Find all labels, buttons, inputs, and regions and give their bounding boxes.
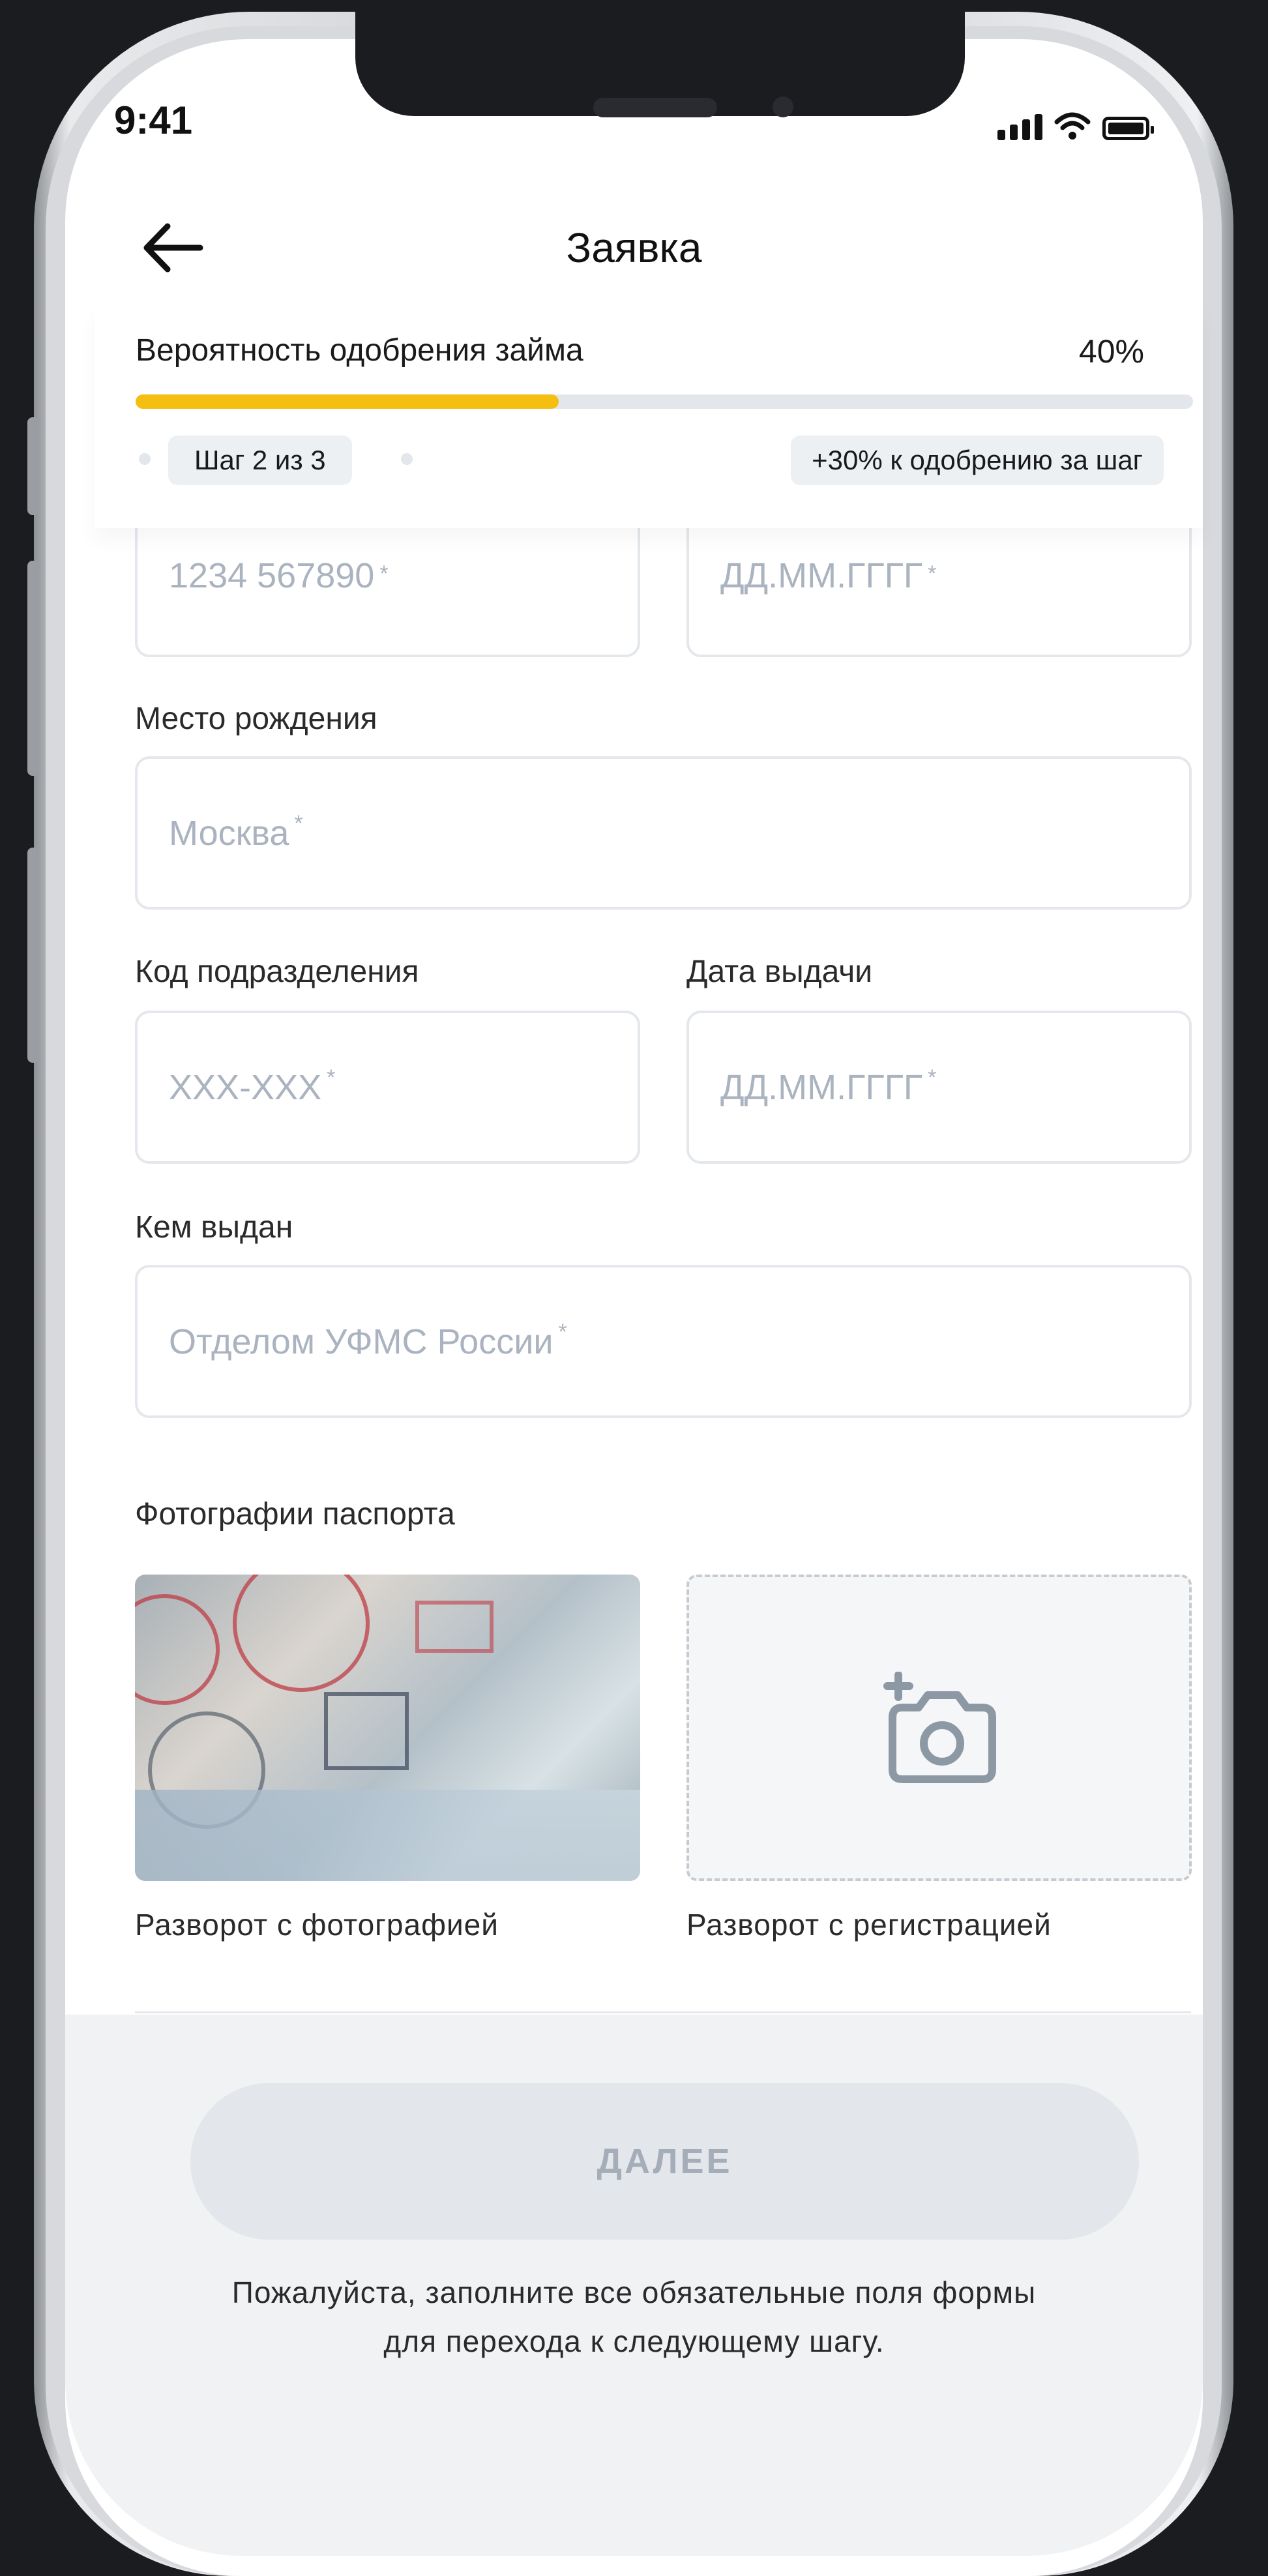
photo-page-caption: Разворот с фотографией	[135, 1908, 499, 1942]
step-dot-right	[401, 453, 413, 465]
approval-progress-track	[136, 394, 1193, 409]
side-button-mute	[27, 417, 39, 515]
division-code-placeholder: XXX-XXX	[169, 1067, 322, 1107]
battery-icon	[1102, 117, 1154, 140]
approval-progress-panel: Вероятность одобрения займа 40% Шаг 2 из…	[95, 306, 1203, 528]
required-mark: *	[558, 1320, 567, 1344]
passport-photos-title: Фотографии паспорта	[135, 1497, 455, 1532]
birth-place-label: Место рождения	[135, 702, 377, 736]
division-code-label: Код подразделения	[135, 955, 419, 989]
bonus-badge: +30% к одобрению за шаг	[791, 436, 1164, 485]
hint-line-1: Пожалуйста, заполните все обязательные п…	[231, 2275, 1037, 2309]
cellular-signal-icon	[997, 114, 1042, 140]
stamp-graphic	[233, 1575, 370, 1692]
approval-progress-label: Вероятность одобрения займа	[136, 333, 583, 368]
issue-date-placeholder: ДД.ММ.ГГГГ	[720, 1067, 923, 1107]
status-time: 9:41	[114, 98, 193, 142]
issue-date-field[interactable]: ДД.ММ.ГГГГ *	[686, 1011, 1192, 1164]
step-badge: Шаг 2 из 3	[168, 436, 352, 485]
required-mark: *	[928, 561, 937, 586]
stamp-graphic	[135, 1594, 220, 1705]
birth-date-placeholder: ДД.ММ.ГГГГ	[720, 556, 923, 595]
stamp-graphic	[324, 1692, 409, 1770]
passport-photo-thumbnail[interactable]	[135, 1575, 640, 1881]
stamp-graphic	[415, 1601, 494, 1653]
side-button-volume-down	[27, 848, 39, 1063]
registration-page-caption: Разворот с регистрацией	[686, 1908, 1052, 1942]
passport-number-placeholder: 1234 567890	[169, 556, 375, 595]
required-mark: *	[379, 561, 389, 586]
birth-place-field[interactable]: Москва *	[135, 756, 1192, 910]
status-icons	[997, 108, 1154, 140]
speaker	[593, 98, 717, 117]
front-camera	[773, 96, 793, 117]
division-code-field[interactable]: XXX-XXX *	[135, 1011, 640, 1164]
birth-place-placeholder: Москва	[169, 813, 289, 853]
photo-shadow	[135, 1790, 640, 1881]
page-title: Заявка	[566, 224, 702, 271]
side-button-volume-up	[27, 561, 39, 776]
next-button[interactable]: ДАЛЕЕ	[190, 2083, 1139, 2240]
issued-by-placeholder: Отделом УФМС России	[169, 1322, 553, 1361]
add-photo-camera-icon[interactable]	[878, 1672, 1002, 1789]
hint-line-2: для перехода к следующему шагу.	[383, 2324, 885, 2358]
wifi-icon	[1054, 112, 1091, 140]
divider	[135, 2011, 1191, 2013]
required-mark: *	[294, 811, 303, 836]
issued-by-field[interactable]: Отделом УФМС России *	[135, 1265, 1192, 1418]
approval-progress-percent: 40%	[1078, 333, 1144, 370]
required-mark: *	[928, 1065, 937, 1090]
registration-photo-upload[interactable]	[686, 1575, 1192, 1881]
issued-by-label: Кем выдан	[135, 1210, 293, 1245]
approval-progress-fill	[136, 394, 559, 409]
step-dot-left	[139, 453, 151, 465]
required-mark: *	[327, 1065, 336, 1090]
issue-date-label: Дата выдачи	[686, 955, 873, 989]
